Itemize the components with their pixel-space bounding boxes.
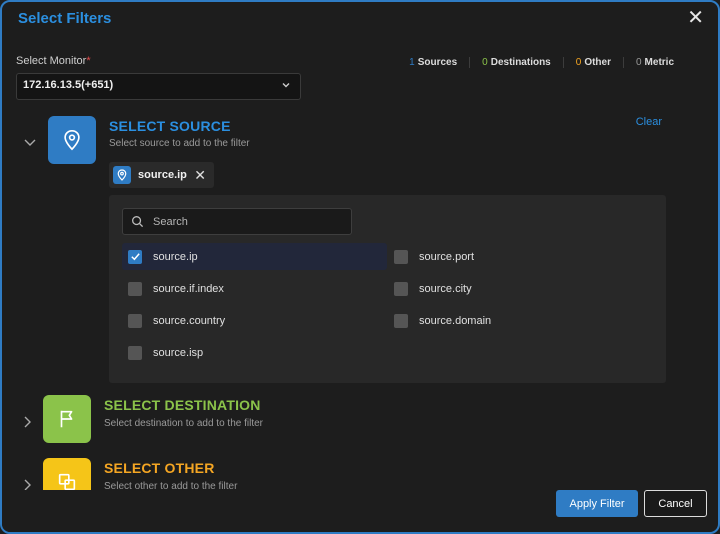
filter-stats: 1 Sources 0 Destinations 0 Other 0 Metric (397, 57, 686, 68)
chevron-right-icon[interactable] (20, 415, 34, 429)
option-label: source.country (153, 314, 226, 327)
checkbox[interactable] (128, 281, 142, 296)
destination-section-description: Select destination to add to the filter (104, 418, 263, 429)
option-label: source.city (419, 282, 472, 295)
chip-label: source.ip (138, 169, 187, 181)
stat-label: Other (584, 57, 611, 68)
remove-chip-icon[interactable]: ✕ (194, 167, 206, 184)
stat-label: Sources (417, 57, 458, 68)
other-section-title: SELECT OTHER (104, 460, 215, 476)
required-mark: * (86, 55, 91, 67)
option-source-isp[interactable]: source.isp (122, 339, 387, 366)
clear-button[interactable]: Clear (636, 116, 662, 128)
option-source-domain[interactable]: source.domain (388, 307, 648, 334)
flag-icon (43, 395, 91, 443)
stat-count: 1 (409, 57, 415, 68)
option-source-port[interactable]: source.port (388, 243, 648, 270)
option-label: source.port (419, 250, 475, 263)
map-pin-icon (48, 116, 96, 164)
option-source-country[interactable]: source.country (122, 307, 387, 334)
stat-label: Metric (644, 57, 674, 68)
checkbox[interactable] (394, 313, 408, 328)
monitor-label: Select Monitor* (16, 55, 91, 67)
monitor-label-text: Select Monitor (16, 55, 87, 67)
stat-count: 0 (635, 57, 642, 68)
chevron-down-icon (282, 83, 290, 88)
option-source-ip[interactable]: source.ip (122, 243, 387, 270)
option-source-city[interactable]: source.city (388, 275, 648, 302)
search-field[interactable] (122, 208, 352, 235)
checkbox[interactable] (394, 281, 408, 296)
close-icon[interactable]: ✕ (687, 8, 704, 28)
checkbox[interactable] (128, 345, 142, 360)
map-pin-icon (113, 166, 131, 184)
option-label: source.if.index (153, 282, 224, 295)
option-label: source.isp (153, 346, 204, 359)
destination-section-title: SELECT DESTINATION (104, 397, 261, 413)
stat-count: 0 (575, 57, 582, 68)
apply-filter-button[interactable]: Apply Filter (556, 490, 638, 517)
chevron-down-icon[interactable] (23, 135, 37, 149)
checkbox[interactable] (394, 249, 408, 264)
stat-destinations: 0 Destinations (469, 57, 563, 68)
monitor-select[interactable]: 172.16.13.5(+651) (16, 73, 301, 100)
source-options-panel: source.ip source.port source.if.index so… (109, 195, 666, 383)
stat-metric: 0 Metric (622, 57, 686, 68)
selected-source-chip: source.ip ✕ (109, 162, 214, 188)
option-label: source.ip (153, 250, 198, 263)
check-icon (130, 253, 140, 261)
stat-other: 0 Other (562, 57, 623, 68)
cancel-button[interactable]: Cancel (644, 490, 707, 517)
dialog-title: Select Filters (18, 10, 112, 27)
source-section-title: SELECT SOURCE (109, 118, 231, 134)
stat-label: Destinations (490, 57, 551, 68)
footer-background (2, 490, 542, 532)
search-input[interactable] (153, 213, 343, 231)
search-icon (132, 216, 144, 228)
checkbox[interactable] (128, 313, 142, 328)
stat-count: 0 (482, 57, 488, 68)
checkbox-checked[interactable] (128, 249, 142, 264)
option-label: source.domain (419, 314, 492, 327)
source-section-description: Select source to add to the filter (109, 138, 250, 149)
select-filters-dialog: Select Filters ✕ Select Monitor* 172.16.… (0, 0, 720, 534)
monitor-select-value: 172.16.13.5(+651) (23, 79, 114, 91)
option-source-if-index[interactable]: source.if.index (122, 275, 387, 302)
stat-sources: 1 Sources (397, 57, 469, 68)
